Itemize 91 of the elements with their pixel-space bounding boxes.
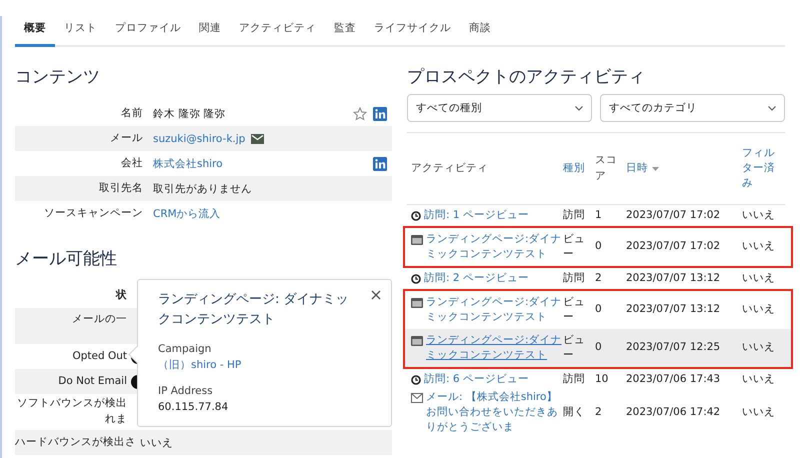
field-label: れま	[104, 412, 127, 427]
activity-link[interactable]: ランディングページ:ダイナミックコンテンツテスト	[426, 232, 563, 262]
field-value: いいえ	[140, 436, 173, 450]
activity-link[interactable]: 訪問: 6 ページビュー	[424, 372, 563, 388]
tab[interactable]: ライフサイクル	[365, 16, 460, 47]
table-cell: ビュー	[563, 232, 585, 260]
section-title: コンテンツ	[15, 66, 101, 89]
browser-window-icon	[411, 298, 423, 308]
field-label: ハードバウンスが検出さ	[15, 434, 136, 450]
field-label: メール	[109, 130, 144, 146]
chevron-icon[interactable]	[575, 106, 583, 110]
table-cell: ビュー	[563, 334, 585, 361]
linkedin-icon[interactable]	[373, 156, 387, 170]
clock-icon	[411, 210, 421, 221]
table-cell: 10	[595, 372, 608, 385]
activity-link[interactable]: メール: 【株式会社shiro】お問い合わせをいただきありがとうございま	[426, 390, 563, 436]
field-link[interactable]: 株式会社shiro	[153, 156, 223, 170]
table-cell: いいえ	[742, 372, 775, 385]
field-label: Do Not Email	[57, 374, 127, 389]
activity-link[interactable]: ランディングページ:ダイナミックコンテンツテスト	[426, 332, 563, 364]
table-cell-text: 2023/07/07 17:02	[626, 239, 720, 254]
table-cell-text: 2023/07/07 13:12	[626, 302, 720, 318]
tab[interactable]: リスト	[55, 16, 106, 47]
column-header: アクティビティ	[411, 160, 488, 176]
clock-icon	[411, 274, 421, 284]
table-cell: 訪問	[563, 272, 585, 284]
table-cell: 訪問	[563, 372, 585, 385]
field-link[interactable]: suzuki@shiro-k.jp	[153, 132, 246, 144]
popover-value: 60.115.77.84	[158, 400, 230, 415]
popover-label: IP Address	[158, 384, 214, 399]
table-cell-text: 2023/07/07 12:25	[626, 340, 720, 356]
sort-caret-icon[interactable]	[652, 166, 659, 170]
column-header[interactable]: 日時	[626, 160, 648, 176]
field-link[interactable]: CRMから流入	[153, 206, 221, 220]
close-icon[interactable]	[371, 290, 381, 300]
table-cell: 2	[595, 406, 602, 418]
table-cell: いいえ	[742, 341, 775, 354]
table-cell: いいえ	[742, 303, 775, 316]
star-icon[interactable]	[353, 106, 367, 120]
table-cell: ビュー	[563, 296, 585, 323]
linkedin-icon[interactable]	[373, 106, 387, 120]
popover-title: ランディングページ: ダイナミックコンテンツテスト	[158, 291, 350, 330]
table-cell: 0	[595, 303, 602, 316]
field-value: 鈴木 隆弥 隆弥	[153, 106, 226, 120]
table-cell: いいえ	[742, 272, 775, 284]
field-value: 取引先がありません	[153, 182, 252, 196]
field-label: 状	[114, 288, 127, 303]
table-cell: 0	[595, 240, 602, 252]
table-cell-text: 2023/07/07 13:12	[626, 270, 720, 286]
tab[interactable]: プロファイル	[106, 16, 190, 47]
field-label: メールの一	[71, 312, 127, 327]
section-title: メール可能性	[15, 248, 118, 271]
table-cell: いいえ	[742, 406, 775, 418]
table-cell: 1	[595, 208, 602, 221]
activity-link[interactable]: ランディングページ:ダイナミックコンテンツテスト	[426, 294, 563, 326]
table-cell-text: 2023/07/06 17:43	[626, 372, 720, 387]
chevron-icon[interactable]	[768, 106, 776, 110]
envelope-icon[interactable]	[251, 134, 264, 144]
activity-link[interactable]: 訪問: 1 ページビュー	[424, 208, 563, 224]
table-cell: 0	[595, 341, 602, 354]
tab[interactable]: 監査	[325, 16, 365, 47]
browser-window-icon	[411, 234, 423, 245]
table-cell: 2	[595, 272, 602, 284]
table-cell: 訪問	[563, 208, 585, 221]
field-label: 名前	[120, 106, 144, 121]
table-cell-text: 2023/07/07 17:02	[626, 208, 720, 223]
tab[interactable]: 概要	[15, 16, 55, 47]
field-label: ソフトバウンスが検出	[16, 396, 127, 412]
column-header[interactable]: フィルター済み	[742, 146, 776, 192]
table-cell: 開く	[563, 406, 585, 418]
tab[interactable]: 関連	[190, 16, 230, 47]
tab[interactable]: 商談	[460, 16, 500, 47]
tab[interactable]: アクティビティ	[230, 16, 325, 47]
field-label: 会社	[120, 156, 144, 171]
popover-link[interactable]: （旧）shiro - HP	[158, 358, 351, 374]
column-header[interactable]: 種別	[563, 160, 592, 176]
popover-label: Campaign	[158, 342, 212, 358]
section-title: プロスペクトのアクティビティ	[407, 66, 646, 89]
activity-link[interactable]: 訪問: 2 ページビュー	[424, 270, 563, 286]
table-cell: いいえ	[742, 208, 775, 221]
table-cell: いいえ	[742, 240, 775, 252]
dropdown[interactable]: すべてのカテゴリ	[600, 94, 785, 122]
field-label: ソースキャンペーン	[43, 206, 144, 221]
column-header: スコア	[595, 153, 618, 184]
table-cell: 2023/07/06 17:42	[626, 405, 720, 420]
field-label: Opted Out	[71, 348, 127, 364]
field-label: 取引先名	[98, 180, 144, 196]
dropdown[interactable]: すべての種別	[407, 94, 592, 122]
envelope-icon	[411, 393, 423, 403]
browser-window-icon	[411, 336, 423, 346]
clock-icon	[411, 374, 421, 385]
